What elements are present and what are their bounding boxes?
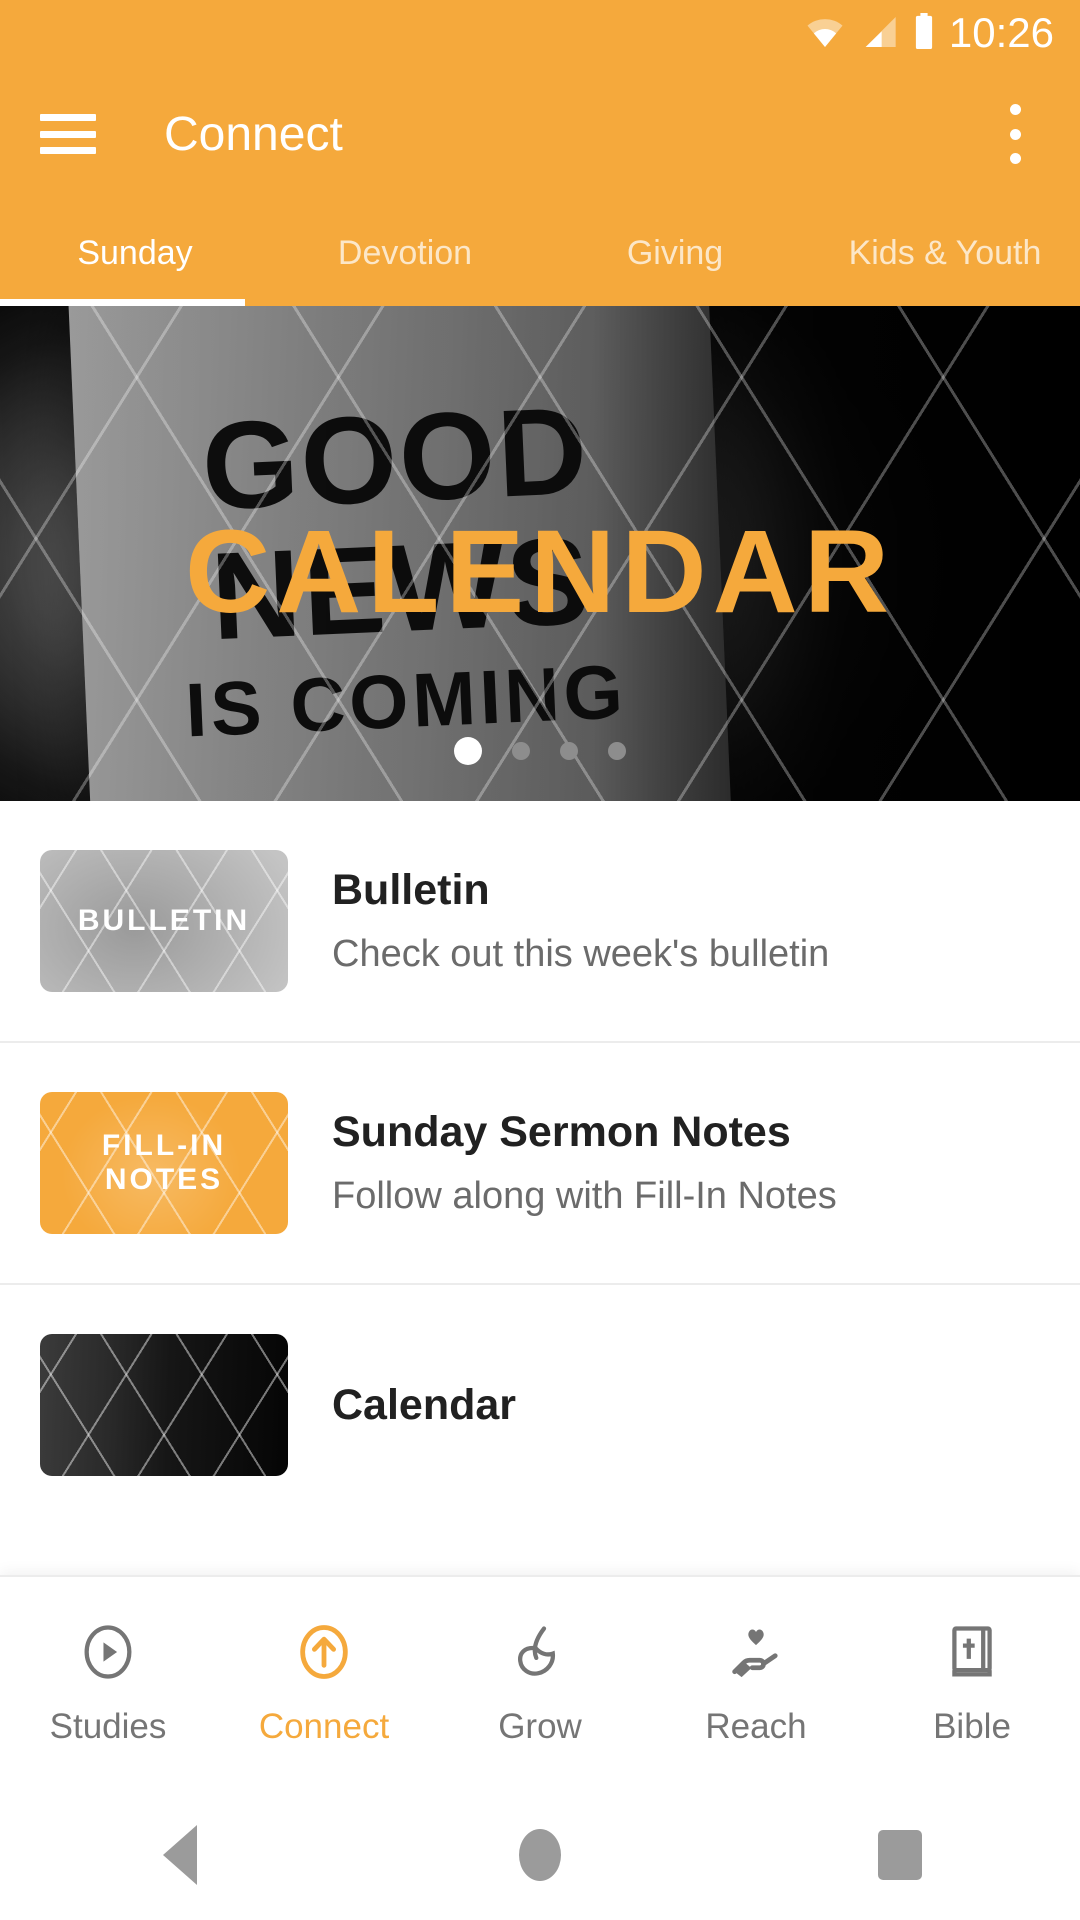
android-system-nav bbox=[0, 1790, 1080, 1920]
nav-item-grow[interactable]: Grow bbox=[432, 1620, 648, 1747]
nav-label: Studies bbox=[49, 1707, 167, 1746]
app-bar: Connect bbox=[0, 66, 1080, 202]
bottom-navigation: Studies Connect Grow Reach Bible bbox=[0, 1575, 1080, 1790]
list-item-title: Calendar bbox=[332, 1380, 517, 1429]
nav-label: Reach bbox=[705, 1707, 807, 1746]
tab-bar: Sunday Devotion Giving Kids & Youth bbox=[0, 202, 1080, 306]
hero-carousel[interactable]: GOOD NEWS IS COMING CALENDAR bbox=[0, 306, 1080, 801]
hand-heart-icon bbox=[724, 1620, 788, 1689]
back-triangle-icon bbox=[163, 1825, 197, 1885]
tab-devotion[interactable]: Devotion bbox=[270, 202, 540, 306]
tab-sunday[interactable]: Sunday bbox=[0, 202, 270, 306]
nav-label: Bible bbox=[933, 1707, 1011, 1746]
content-list: BULLETIN Bulletin Check out this week's … bbox=[0, 801, 1080, 1525]
nav-item-studies[interactable]: Studies bbox=[0, 1620, 216, 1747]
hero-overlay-title: CALENDAR bbox=[184, 506, 896, 638]
list-item-sermon-notes[interactable]: FILL-IN NOTES Sunday Sermon Notes Follow… bbox=[0, 1043, 1080, 1283]
bible-book-icon bbox=[940, 1620, 1004, 1689]
status-icon-group bbox=[805, 12, 935, 54]
list-item-title: Sunday Sermon Notes bbox=[332, 1107, 791, 1156]
leaf-icon bbox=[508, 1620, 572, 1689]
tab-label: Devotion bbox=[337, 234, 473, 273]
signal-icon bbox=[859, 15, 899, 54]
carousel-dot-3[interactable] bbox=[560, 742, 578, 760]
list-item-text: Calendar bbox=[332, 1380, 516, 1431]
list-item-calendar[interactable]: Calendar bbox=[0, 1285, 1080, 1525]
list-item-subtitle: Follow along with Fill-In Notes bbox=[332, 1174, 837, 1217]
tab-active-indicator bbox=[0, 299, 245, 306]
tab-label: Sunday bbox=[77, 234, 193, 273]
nav-label: Grow bbox=[498, 1707, 582, 1746]
bulletin-thumbnail: BULLETIN bbox=[40, 850, 288, 992]
thumbnail-label: FILL-IN NOTES bbox=[101, 1129, 227, 1196]
list-item-subtitle: Check out this week's bulletin bbox=[332, 932, 830, 975]
nav-item-bible[interactable]: Bible bbox=[864, 1620, 1080, 1747]
battery-icon bbox=[913, 12, 935, 54]
list-item-text: Bulletin Check out this week's bulletin bbox=[332, 865, 829, 977]
thumbnail-label bbox=[40, 1334, 288, 1476]
tab-label: Giving bbox=[626, 234, 724, 273]
carousel-dot-1[interactable] bbox=[454, 737, 482, 765]
status-bar: 10:26 bbox=[0, 0, 1080, 66]
hamburger-menu-icon[interactable] bbox=[40, 114, 96, 154]
list-item-bulletin[interactable]: BULLETIN Bulletin Check out this week's … bbox=[0, 801, 1080, 1041]
arrow-up-circle-icon bbox=[292, 1620, 356, 1689]
recents-square-icon bbox=[878, 1830, 922, 1880]
calendar-thumbnail bbox=[40, 1334, 288, 1476]
home-circle-icon bbox=[519, 1829, 561, 1881]
tab-giving[interactable]: Giving bbox=[540, 202, 810, 306]
nav-item-reach[interactable]: Reach bbox=[648, 1620, 864, 1747]
tab-kids-youth[interactable]: Kids & Youth bbox=[810, 202, 1080, 306]
overflow-menu-icon[interactable] bbox=[990, 104, 1040, 164]
home-button[interactable] bbox=[480, 1790, 600, 1920]
nav-label: Connect bbox=[258, 1707, 390, 1746]
carousel-dot-4[interactable] bbox=[608, 742, 626, 760]
carousel-dot-2[interactable] bbox=[512, 742, 530, 760]
status-clock: 10:26 bbox=[948, 9, 1054, 56]
page-title: Connect bbox=[164, 107, 343, 161]
back-button[interactable] bbox=[120, 1790, 240, 1920]
nav-item-connect[interactable]: Connect bbox=[216, 1620, 432, 1747]
play-circle-icon bbox=[76, 1620, 140, 1689]
wifi-icon bbox=[805, 15, 845, 54]
carousel-page-indicator bbox=[0, 737, 1080, 765]
recents-button[interactable] bbox=[840, 1790, 960, 1920]
list-item-title: Bulletin bbox=[332, 865, 490, 914]
tab-label: Kids & Youth bbox=[848, 234, 1042, 273]
app-screen: 10:26 Connect Sunday Devotion Giving Kid… bbox=[0, 0, 1080, 1920]
list-item-text: Sunday Sermon Notes Follow along with Fi… bbox=[332, 1107, 837, 1219]
fill-in-notes-thumbnail: FILL-IN NOTES bbox=[40, 1092, 288, 1234]
thumbnail-label: BULLETIN bbox=[77, 904, 251, 937]
